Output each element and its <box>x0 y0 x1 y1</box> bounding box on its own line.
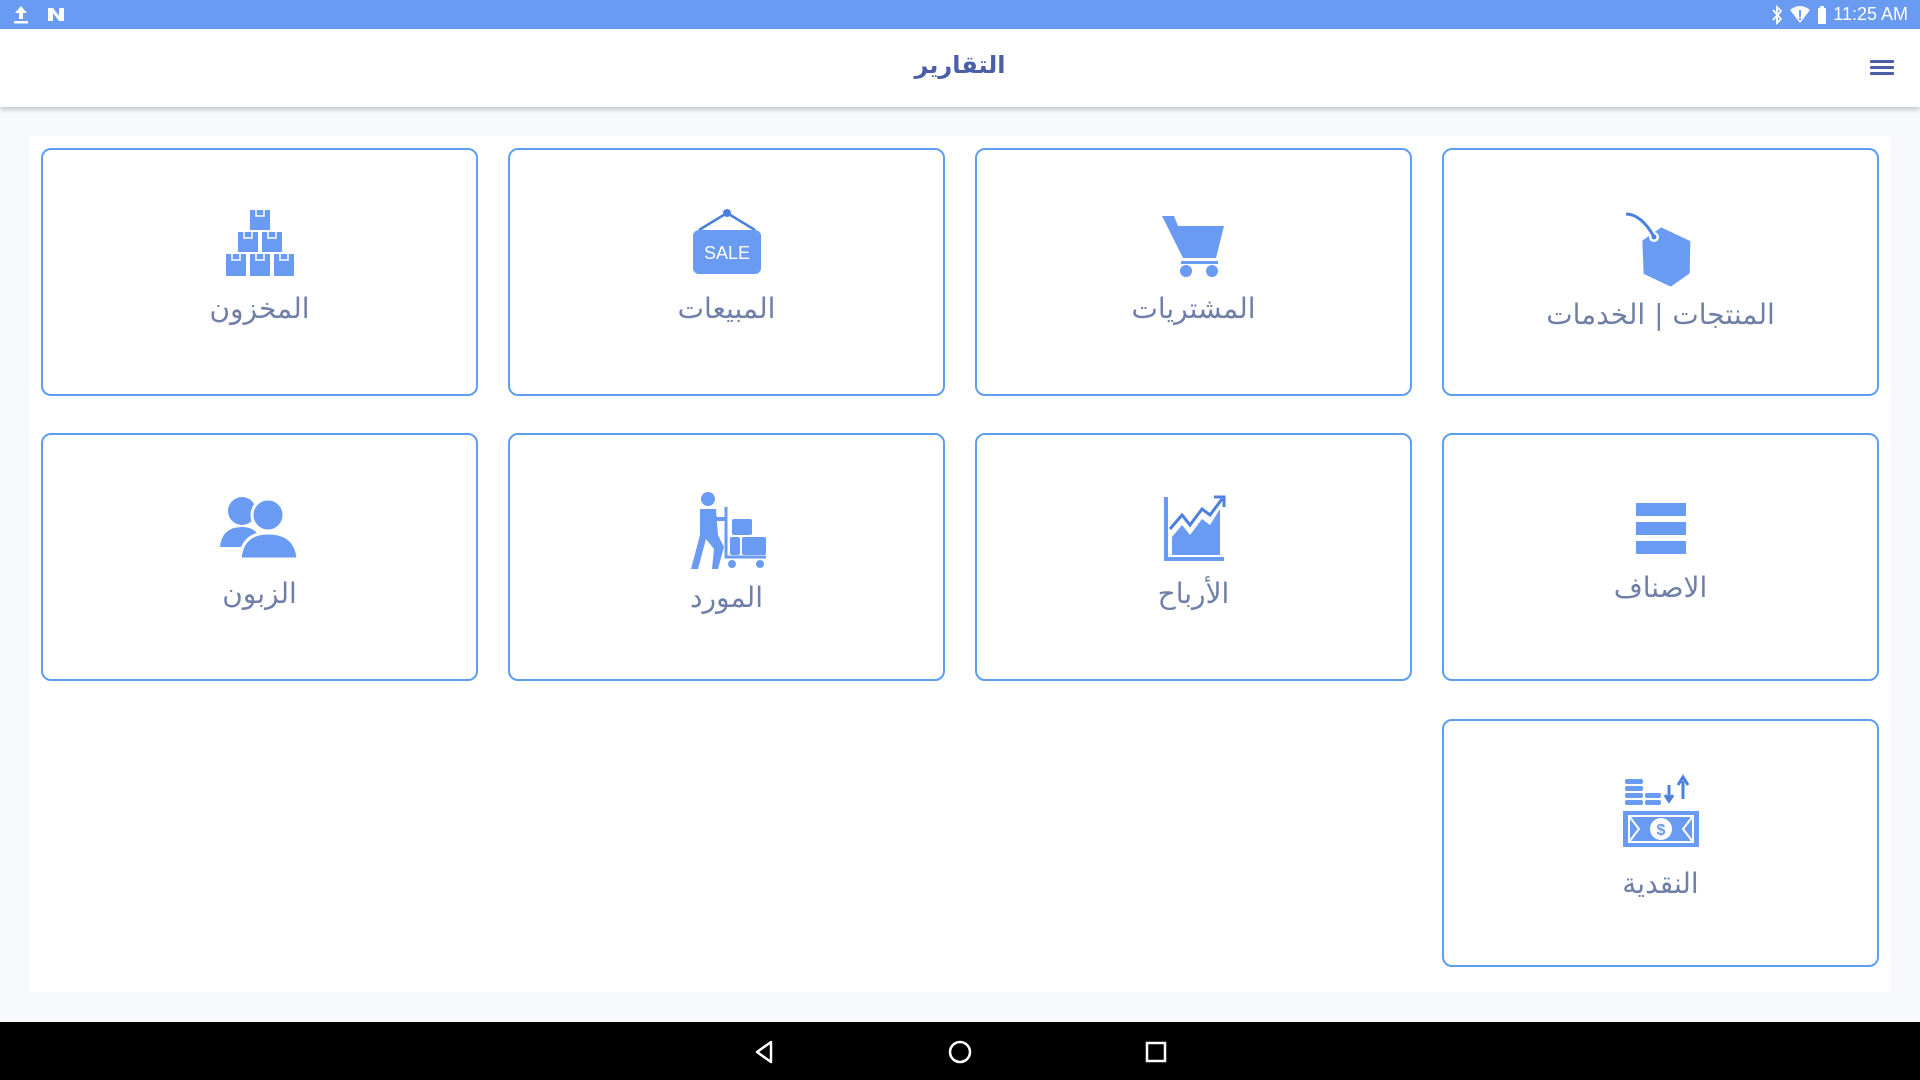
report-card-sales[interactable]: SALE المبيعات <box>508 148 945 396</box>
hamburger-menu-icon[interactable] <box>1868 54 1896 82</box>
report-card-profits[interactable]: الأرباح <box>975 433 1412 681</box>
report-card-categories[interactable]: الاصناف <box>1442 433 1879 681</box>
categories-icon <box>1635 503 1686 554</box>
shopping-cart-icon <box>1161 216 1224 277</box>
report-label: الزبون <box>222 577 297 610</box>
report-label: المورد <box>690 581 763 614</box>
n-notification-icon <box>46 4 66 24</box>
report-label: المنتجات | الخدمات <box>1546 298 1775 331</box>
report-label: النقدية <box>1622 867 1699 900</box>
supplier-delivery-icon <box>690 492 766 569</box>
report-card-customer[interactable]: الزبون <box>41 433 478 681</box>
report-card-cash[interactable]: $ النقدية <box>1442 719 1879 967</box>
report-card-purchases[interactable]: المشتريات <box>975 148 1412 396</box>
home-icon[interactable] <box>945 1037 975 1067</box>
svg-text:$: $ <box>1656 822 1665 839</box>
customers-icon <box>219 497 300 561</box>
app-bar: التقارير <box>0 29 1920 107</box>
recents-icon[interactable] <box>1141 1037 1171 1067</box>
report-label: المخزون <box>209 292 310 325</box>
cash-money-icon: $ <box>1622 774 1699 847</box>
report-label: المشتريات <box>1131 292 1256 325</box>
report-label: المبيعات <box>677 292 776 325</box>
profit-chart-icon <box>1163 495 1225 561</box>
stacked-boxes-icon <box>225 210 294 276</box>
system-nav-bar <box>0 1022 1920 1080</box>
sale-sign-icon: SALE <box>692 209 761 274</box>
wifi-icon <box>1789 5 1811 25</box>
price-tag-icon <box>1625 212 1690 287</box>
status-time: 11:25 AM <box>1833 4 1908 24</box>
page-title: التقارير <box>914 51 1006 79</box>
report-card-products[interactable]: المنتجات | الخدمات <box>1442 148 1879 396</box>
status-bar: 11:25 AM <box>0 0 1920 29</box>
report-card-supplier[interactable]: المورد <box>508 433 945 681</box>
report-card-inventory[interactable]: المخزون <box>41 148 478 396</box>
battery-icon <box>1817 5 1827 25</box>
bluetooth-icon <box>1771 4 1783 25</box>
upload-icon <box>12 4 30 24</box>
svg-text:SALE: SALE <box>703 243 749 263</box>
back-icon[interactable] <box>749 1037 779 1067</box>
report-label: الأرباح <box>1157 577 1230 610</box>
report-label: الاصناف <box>1613 571 1708 604</box>
